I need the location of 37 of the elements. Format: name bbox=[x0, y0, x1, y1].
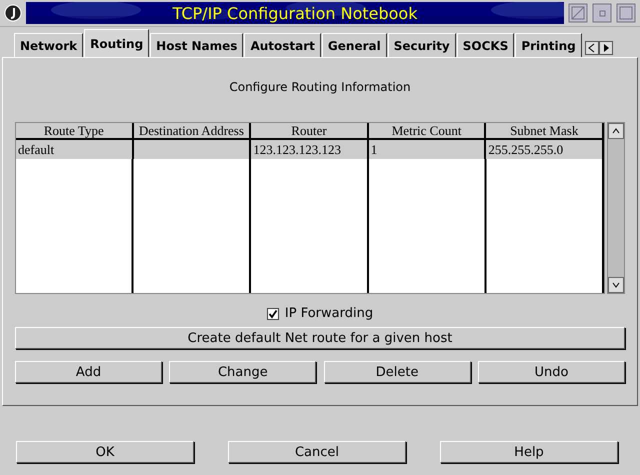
scroll-up-icon[interactable] bbox=[608, 123, 624, 139]
window-title: TCP/IP Configuration Notebook bbox=[172, 4, 418, 22]
tab[interactable]: Autostart bbox=[244, 33, 321, 57]
tab[interactable]: Host Names bbox=[150, 33, 244, 57]
column-header[interactable]: Subnet Mask bbox=[486, 123, 604, 140]
route-button[interactable]: Undo bbox=[478, 361, 625, 383]
hide-icon[interactable] bbox=[568, 3, 588, 23]
table-cell: 1 bbox=[368, 140, 486, 159]
tab[interactable]: General bbox=[322, 33, 387, 57]
checkbox-label: IP Forwarding bbox=[284, 306, 374, 321]
tab[interactable]: Network bbox=[14, 33, 84, 57]
route-button[interactable]: Add bbox=[15, 361, 162, 383]
route-button[interactable]: Delete bbox=[324, 361, 471, 383]
checkbox[interactable] bbox=[266, 308, 279, 320]
route-button[interactable]: Change bbox=[169, 361, 316, 383]
dialog-button[interactable]: OK bbox=[16, 441, 194, 463]
scroll-left-icon[interactable] bbox=[584, 41, 599, 55]
scroll-down-icon[interactable] bbox=[608, 277, 624, 293]
column-header[interactable]: Destination Address bbox=[134, 123, 252, 140]
table-cell: 255.255.255.0 bbox=[486, 140, 604, 159]
maximize-icon[interactable] bbox=[616, 3, 636, 23]
system-menu-icon[interactable] bbox=[4, 4, 22, 22]
dialog-button[interactable]: Cancel bbox=[228, 441, 406, 463]
scroll-right-icon[interactable] bbox=[598, 41, 613, 55]
column-header[interactable]: Metric Count bbox=[368, 123, 486, 140]
create-route-button[interactable]: Create default Net route for a given host bbox=[15, 327, 625, 349]
table-cell: 123.123.123.123 bbox=[251, 140, 369, 159]
section-heading: Configure Routing Information bbox=[228, 80, 412, 94]
tab[interactable]: Routing bbox=[84, 29, 150, 57]
restore-icon[interactable] bbox=[592, 3, 612, 23]
column-header[interactable]: Router bbox=[251, 123, 369, 140]
tab[interactable]: Printing bbox=[515, 33, 582, 57]
tab[interactable]: Security bbox=[388, 33, 456, 57]
table-cell: default bbox=[16, 140, 134, 159]
column-header[interactable]: Route Type bbox=[16, 123, 134, 140]
dialog-button[interactable]: Help bbox=[440, 441, 618, 463]
tab[interactable]: SOCKS bbox=[456, 33, 514, 57]
